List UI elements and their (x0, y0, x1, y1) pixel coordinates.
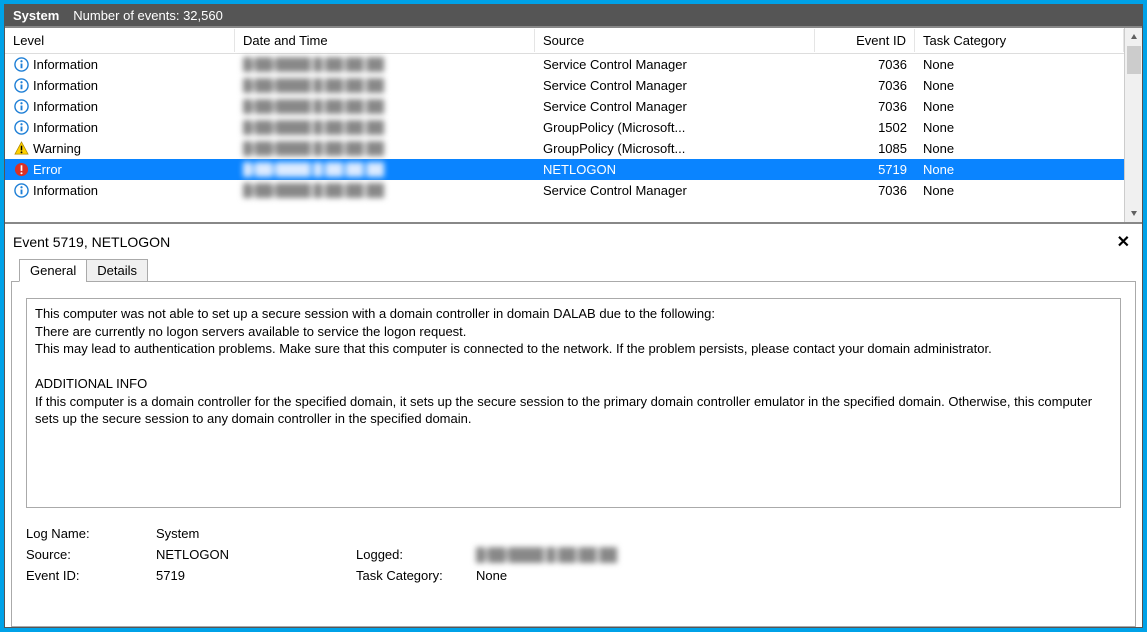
level-text: Error (33, 162, 62, 177)
info-icon (13, 183, 29, 199)
event-detail-pane: Event 5719, NETLOGON ✕ General Details T… (5, 224, 1142, 627)
scroll-down-button[interactable] (1125, 204, 1142, 222)
level-text: Information (33, 57, 98, 72)
level-text: Information (33, 183, 98, 198)
level-text: Information (33, 99, 98, 114)
cell-level: Warning (5, 141, 235, 157)
log-name-title: System (13, 8, 59, 23)
close-icon[interactable]: ✕ (1113, 232, 1134, 252)
scroll-up-button[interactable] (1125, 28, 1142, 46)
scroll-thumb[interactable] (1127, 46, 1141, 74)
table-row[interactable]: Information █/██/████ █:██:██ ██Service C… (5, 180, 1124, 201)
cell-level: Information (5, 99, 235, 115)
description-line (35, 358, 1112, 376)
event-rows: Information█/██/████ █:██:██ ██Service C… (5, 54, 1124, 201)
cell-task: None (915, 57, 1124, 72)
level-text: Information (33, 78, 98, 93)
level-text: Information (33, 120, 98, 135)
cell-source: GroupPolicy (Microsoft... (535, 141, 815, 156)
tab-general[interactable]: General (19, 259, 87, 282)
cell-level: Information (5, 183, 235, 199)
prop-eventid-value: 5719 (156, 568, 356, 583)
warn-icon (13, 141, 29, 157)
cell-level: Information (5, 120, 235, 136)
cell-date: █/██/████ █:██:██ ██ (235, 141, 535, 156)
cell-source: Service Control Manager (535, 99, 815, 114)
cell-source: GroupPolicy (Microsoft... (535, 120, 815, 135)
cell-task: None (915, 99, 1124, 114)
cell-eventid: 7036 (815, 57, 915, 72)
cell-task: None (915, 141, 1124, 156)
prop-source-label: Source: (26, 547, 156, 562)
prop-task-value: None (476, 568, 1121, 583)
column-headers[interactable]: Level Date and Time Source Event ID Task… (5, 28, 1124, 54)
table-row[interactable]: Information █/██/████ █:██:██ ██GroupPoli… (5, 117, 1124, 138)
event-list[interactable]: Level Date and Time Source Event ID Task… (5, 28, 1124, 222)
table-row[interactable]: Warning █/██/████ █:██:██ ██GroupPolicy (… (5, 138, 1124, 159)
cell-eventid: 5719 (815, 162, 915, 177)
cell-eventid: 7036 (815, 183, 915, 198)
info-icon (13, 57, 29, 73)
header-level[interactable]: Level (5, 29, 235, 52)
cell-level: Error (5, 162, 235, 178)
description-line: If this computer is a domain controller … (35, 393, 1112, 428)
table-row[interactable]: Information █/██/████ █:██:██ ██Service C… (5, 96, 1124, 117)
cell-date: █/██/████ █:██:██ ██ (235, 183, 535, 198)
cell-source: NETLOGON (535, 162, 815, 177)
prop-source-value: NETLOGON (156, 547, 356, 562)
prop-logged-label: Logged: (356, 547, 476, 562)
prop-logged-value: █/██/████ █:██:██ ██ (476, 547, 1121, 562)
event-viewer-window: System Number of events: 32,560 Level Da… (4, 4, 1143, 628)
titlebar: System Number of events: 32,560 (5, 5, 1142, 28)
description-line: This computer was not able to set up a s… (35, 305, 1112, 323)
info-icon (13, 78, 29, 94)
cell-source: Service Control Manager (535, 78, 815, 93)
info-icon (13, 120, 29, 136)
event-description[interactable]: This computer was not able to set up a s… (26, 298, 1121, 508)
cell-date: █/██/████ █:██:██ ██ (235, 99, 535, 114)
cell-task: None (915, 78, 1124, 93)
cell-date: █/██/████ █:██:██ ██ (235, 78, 535, 93)
description-line: ADDITIONAL INFO (35, 375, 1112, 393)
description-line: This may lead to authentication problems… (35, 340, 1112, 358)
event-list-pane: Level Date and Time Source Event ID Task… (5, 28, 1142, 224)
table-row[interactable]: Information █/██/████ █:██:██ ██Service C… (5, 75, 1124, 96)
vertical-scrollbar[interactable] (1124, 28, 1142, 222)
tab-details[interactable]: Details (86, 259, 148, 282)
cell-eventid: 7036 (815, 99, 915, 114)
prop-task-label: Task Category: (356, 568, 476, 583)
header-task-category[interactable]: Task Category (915, 29, 1124, 52)
cell-date: █/██/████ █:██:██ ██ (235, 120, 535, 135)
cell-level: Information (5, 78, 235, 94)
table-row[interactable]: Information █/██/████ █:██:██ ██Service C… (5, 54, 1124, 75)
cell-eventid: 1502 (815, 120, 915, 135)
description-line: There are currently no logon servers ava… (35, 323, 1112, 341)
tab-body-general: This computer was not able to set up a s… (11, 281, 1136, 627)
cell-eventid: 7036 (815, 78, 915, 93)
prop-eventid-label: Event ID: (26, 568, 156, 583)
info-icon (13, 99, 29, 115)
detail-header: Event 5719, NETLOGON ✕ (11, 228, 1136, 258)
cell-date: █/██/████ █:██:██ ██ (235, 57, 535, 72)
header-date[interactable]: Date and Time (235, 29, 535, 52)
detail-tabs: General Details (11, 259, 1136, 282)
event-count-label: Number of events: 32,560 (73, 8, 223, 23)
cell-task: None (915, 183, 1124, 198)
table-row[interactable]: Error █/██/████ █:██:██ ██NETLOGON5719Non… (5, 159, 1124, 180)
cell-source: Service Control Manager (535, 183, 815, 198)
error-icon (13, 162, 29, 178)
cell-date: █/██/████ █:██:██ ██ (235, 162, 535, 177)
detail-title: Event 5719, NETLOGON (13, 234, 170, 250)
prop-logname-value: System (156, 526, 356, 541)
cell-source: Service Control Manager (535, 57, 815, 72)
header-eventid[interactable]: Event ID (815, 29, 915, 52)
cell-level: Information (5, 57, 235, 73)
cell-task: None (915, 120, 1124, 135)
header-source[interactable]: Source (535, 29, 815, 52)
cell-task: None (915, 162, 1124, 177)
event-properties-grid: Log Name: System Source: NETLOGON Logged… (26, 526, 1121, 583)
level-text: Warning (33, 141, 81, 156)
cell-eventid: 1085 (815, 141, 915, 156)
prop-logname-label: Log Name: (26, 526, 156, 541)
